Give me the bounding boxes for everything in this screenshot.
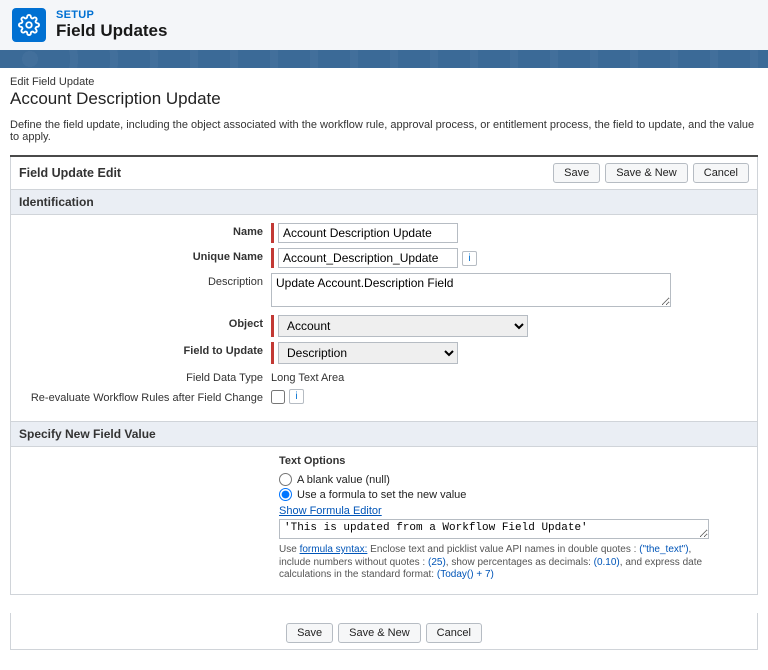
setup-label: SETUP (56, 9, 167, 21)
object-label: Object (21, 315, 271, 330)
field-to-update-label: Field to Update (21, 342, 271, 357)
setup-header: SETUP Field Updates (0, 0, 768, 50)
save-button[interactable]: Save (553, 163, 600, 183)
cancel-button[interactable]: Cancel (693, 163, 749, 183)
required-indicator (271, 342, 274, 364)
description-input[interactable]: Update Account.Description Field (271, 273, 671, 307)
show-formula-editor-link[interactable]: Show Formula Editor (279, 505, 382, 517)
panel-header: Field Update Edit Save Save & New Cancel (10, 157, 758, 190)
cancel-button-footer[interactable]: Cancel (426, 623, 482, 643)
required-indicator (271, 315, 274, 337)
field-data-type-label: Field Data Type (21, 369, 271, 384)
required-indicator (271, 248, 274, 268)
radio-blank[interactable] (279, 473, 292, 486)
formula-hint: Use formula syntax: Enclose text and pic… (279, 544, 719, 582)
description-label: Description (21, 273, 271, 288)
decorative-strip (0, 50, 768, 68)
option-blank-value[interactable]: A blank value (null) (279, 473, 747, 486)
info-icon[interactable]: i (289, 389, 304, 404)
formula-syntax-link[interactable]: formula syntax: (300, 544, 368, 555)
breadcrumb: Edit Field Update (10, 76, 758, 88)
section-identification: Identification (10, 190, 758, 215)
section-new-field-value: Specify New Field Value (10, 422, 758, 447)
name-label: Name (21, 223, 271, 238)
reevaluate-label: Re-evaluate Workflow Rules after Field C… (21, 389, 271, 404)
save-new-button[interactable]: Save & New (605, 163, 688, 183)
save-button-footer[interactable]: Save (286, 623, 333, 643)
page-title: Account Description Update (10, 89, 758, 109)
text-options-label: Text Options (279, 455, 747, 467)
info-icon[interactable]: i (462, 251, 477, 266)
reevaluate-checkbox[interactable] (271, 390, 285, 404)
option-use-formula[interactable]: Use a formula to set the new value (279, 488, 747, 501)
required-indicator (271, 223, 274, 243)
field-data-type-value: Long Text Area (271, 369, 344, 384)
field-select[interactable]: Description (278, 342, 458, 364)
page-intro: Define the field update, including the o… (10, 119, 758, 143)
radio-formula[interactable] (279, 488, 292, 501)
unique-name-input[interactable] (278, 248, 458, 268)
formula-input[interactable]: 'This is updated from a Workflow Field U… (279, 519, 709, 539)
save-new-button-footer[interactable]: Save & New (338, 623, 421, 643)
footer-button-row: Save Save & New Cancel (10, 613, 758, 650)
object-select[interactable]: Account (278, 315, 528, 337)
setup-title: Field Updates (56, 21, 167, 41)
gear-icon (12, 8, 46, 42)
unique-name-label: Unique Name (21, 248, 271, 263)
name-input[interactable] (278, 223, 458, 243)
panel-title: Field Update Edit (19, 166, 553, 180)
